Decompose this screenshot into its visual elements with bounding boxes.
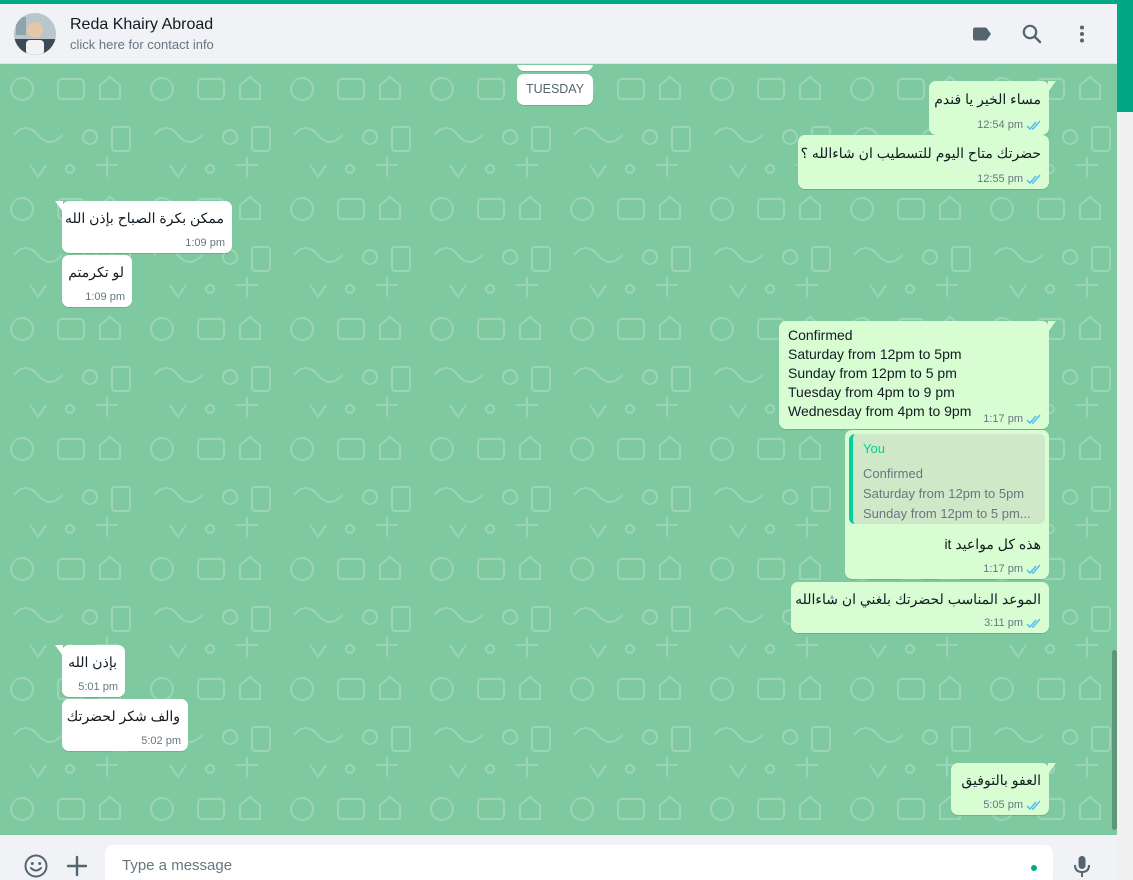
message-time: 12:54 pm [977, 119, 1023, 131]
message-incoming[interactable]: بإذن الله 5:01 pm [55, 645, 125, 697]
message-meta: 1:17 pm [983, 413, 1042, 425]
message-meta: 12:55 pm [977, 173, 1042, 185]
side-panel-accent [1117, 4, 1133, 112]
message-time: 3:11 pm [984, 617, 1023, 629]
message-incoming[interactable]: والف شكر لحضرتك 5:02 pm [62, 699, 188, 751]
message-meta: 1:09 pm [85, 291, 125, 303]
contact-info-hint[interactable]: click here for contact info [70, 37, 214, 52]
chat-scrollbar[interactable] [1112, 650, 1117, 830]
message-text: Confirmed Saturday from 12pm to 5pm Sund… [788, 327, 972, 419]
message-text: حضرتك متاح اليوم للتسطيب ان شاءالله ؟ [800, 145, 1041, 161]
read-receipt-icon [1026, 120, 1042, 131]
message-text: لو تكرمتم [68, 264, 124, 280]
message-outgoing[interactable]: العفو بالتوفيق 5:05 pm [951, 763, 1056, 815]
message-outgoing[interactable]: Confirmed Saturday from 12pm to 5pm Sund… [779, 321, 1056, 429]
read-receipt-icon [1026, 174, 1042, 185]
message-time: 1:17 pm [983, 413, 1023, 425]
message-text: مساء الخير يا فندم [934, 91, 1041, 107]
message-time: 1:09 pm [85, 291, 125, 303]
bubble-tail [1048, 763, 1056, 774]
message-incoming[interactable]: ممكن بكرة الصباح بإذن الله 1:09 pm [55, 201, 232, 253]
chat-header[interactable]: Reda Khairy Abroad click here for contac… [0, 4, 1117, 64]
emoji-icon[interactable] [23, 853, 49, 879]
message-time: 5:05 pm [983, 799, 1023, 811]
message-input[interactable] [105, 845, 1053, 880]
bubble-tail [55, 201, 63, 212]
message-text: الموعد المناسب لحضرتك بلغني ان شاءالله [795, 591, 1041, 607]
quoted-line: Sunday from 12pm to 5 pm... [863, 506, 1031, 521]
message-incoming[interactable]: لو تكرمتم 1:09 pm [62, 255, 132, 307]
message-meta: 3:11 pm [984, 617, 1042, 629]
message-outgoing-reply[interactable]: You Confirmed Saturday from 12pm to 5pm … [845, 430, 1049, 579]
message-time: 5:01 pm [78, 681, 118, 693]
message-text: العفو بالتوفيق [961, 772, 1041, 788]
quoted-line: Saturday from 12pm to 5pm [863, 486, 1025, 501]
message-text: ممكن بكرة الصباح بإذن الله [64, 210, 224, 226]
message-meta: 5:01 pm [78, 681, 118, 693]
message-meta: 5:05 pm [983, 799, 1042, 811]
menu-icon[interactable] [1070, 22, 1094, 46]
message-time: 1:09 pm [185, 237, 225, 249]
side-panel-edge [1117, 4, 1133, 880]
message-time: 5:02 pm [141, 735, 181, 747]
attach-plus-icon[interactable] [64, 853, 90, 879]
chat-area[interactable]: TUESDAY مساء الخير يا فندم 12:54 pm حضرت… [0, 65, 1117, 835]
message-outgoing[interactable]: حضرتك متاح اليوم للتسطيب ان شاءالله ؟ 12… [798, 135, 1049, 189]
message-text: هذه كل مواعيد it [944, 536, 1041, 552]
bubble-tail [1048, 81, 1056, 92]
read-receipt-icon [1026, 618, 1042, 629]
quoted-message[interactable]: You Confirmed Saturday from 12pm to 5pm … [849, 434, 1045, 524]
date-chip-previous [517, 65, 593, 71]
message-meta: 1:09 pm [185, 237, 225, 249]
quoted-author: You [863, 441, 885, 456]
message-time: 1:17 pm [983, 563, 1023, 575]
read-receipt-icon [1026, 800, 1042, 811]
message-time: 12:55 pm [977, 173, 1023, 185]
message-text: بإذن الله [68, 654, 117, 670]
bubble-tail [55, 645, 63, 656]
date-chip: TUESDAY [517, 74, 593, 105]
contact-name[interactable]: Reda Khairy Abroad [70, 16, 213, 34]
bubble-tail [1048, 321, 1056, 332]
read-receipt-icon [1026, 414, 1042, 425]
message-meta: 5:02 pm [141, 735, 181, 747]
microphone-icon[interactable] [1069, 853, 1095, 879]
message-outgoing[interactable]: الموعد المناسب لحضرتك بلغني ان شاءالله 3… [791, 582, 1049, 633]
composer-bar [0, 835, 1117, 880]
quoted-line: Confirmed [863, 466, 923, 481]
input-status-dot [1031, 865, 1037, 871]
message-meta: 12:54 pm [977, 119, 1042, 131]
label-icon[interactable] [970, 22, 994, 46]
message-outgoing[interactable]: مساء الخير يا فندم 12:54 pm [929, 81, 1056, 135]
message-text: والف شكر لحضرتك [66, 708, 180, 724]
read-receipt-icon [1026, 564, 1042, 575]
message-meta: 1:17 pm [983, 563, 1042, 575]
search-icon[interactable] [1020, 22, 1044, 46]
avatar[interactable] [14, 13, 56, 55]
